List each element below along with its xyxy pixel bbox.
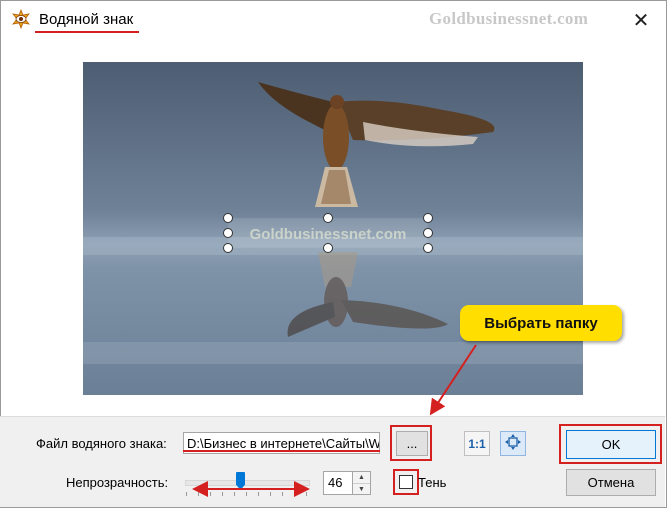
opacity-slider-track[interactable] xyxy=(185,480,310,486)
slider-ticks xyxy=(186,492,307,496)
ok-button[interactable]: OK xyxy=(566,430,656,459)
window-title: Водяной знак xyxy=(39,11,134,28)
cancel-button[interactable]: Отмена xyxy=(566,469,656,496)
fit-to-frame-icon xyxy=(505,434,521,453)
title-highlight-underline xyxy=(35,31,139,33)
callout-select-folder: Выбрать папку xyxy=(460,305,622,341)
opacity-value-input[interactable]: 46 xyxy=(323,471,353,495)
app-eye-icon xyxy=(11,8,31,30)
spin-down-icon[interactable]: ▼ xyxy=(353,484,370,495)
shadow-checkbox[interactable] xyxy=(399,475,413,489)
spin-up-icon[interactable]: ▲ xyxy=(353,472,370,484)
watermark-text: Goldbusinessnet.com xyxy=(250,226,407,243)
path-highlight-underline xyxy=(183,450,380,452)
opacity-spinner: ▲ ▼ xyxy=(353,471,371,495)
site-watermark: Goldbusinessnet.com xyxy=(429,9,589,28)
fit-button[interactable] xyxy=(500,431,526,456)
title-bar[interactable]: Водяной знак Goldbusinessnet.com ✕ xyxy=(1,1,666,39)
actual-size-button[interactable]: 1:1 xyxy=(464,431,490,456)
opacity-label: Непрозрачность: xyxy=(66,475,169,490)
browse-button[interactable]: ... xyxy=(396,431,428,456)
close-icon[interactable]: ✕ xyxy=(627,7,655,33)
file-label: Файл водяного знака: xyxy=(36,436,167,451)
preview-image: Goldbusinessnet.com xyxy=(83,62,583,395)
shadow-label: Тень xyxy=(418,475,447,490)
